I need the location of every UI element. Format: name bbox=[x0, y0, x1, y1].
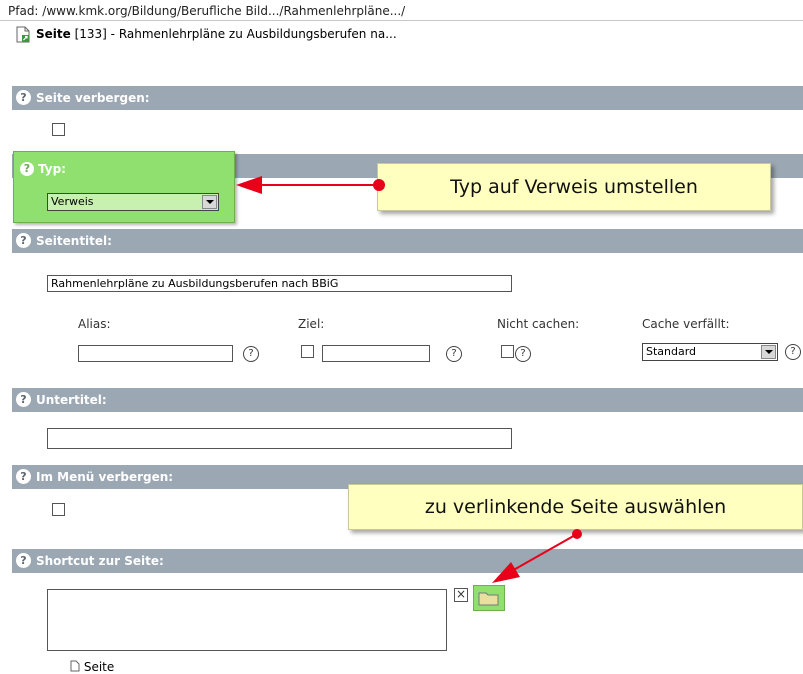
annotation-arrows bbox=[236, 176, 582, 583]
arrow-to-folder-button bbox=[492, 529, 582, 583]
arrow-to-type-select bbox=[236, 176, 385, 194]
